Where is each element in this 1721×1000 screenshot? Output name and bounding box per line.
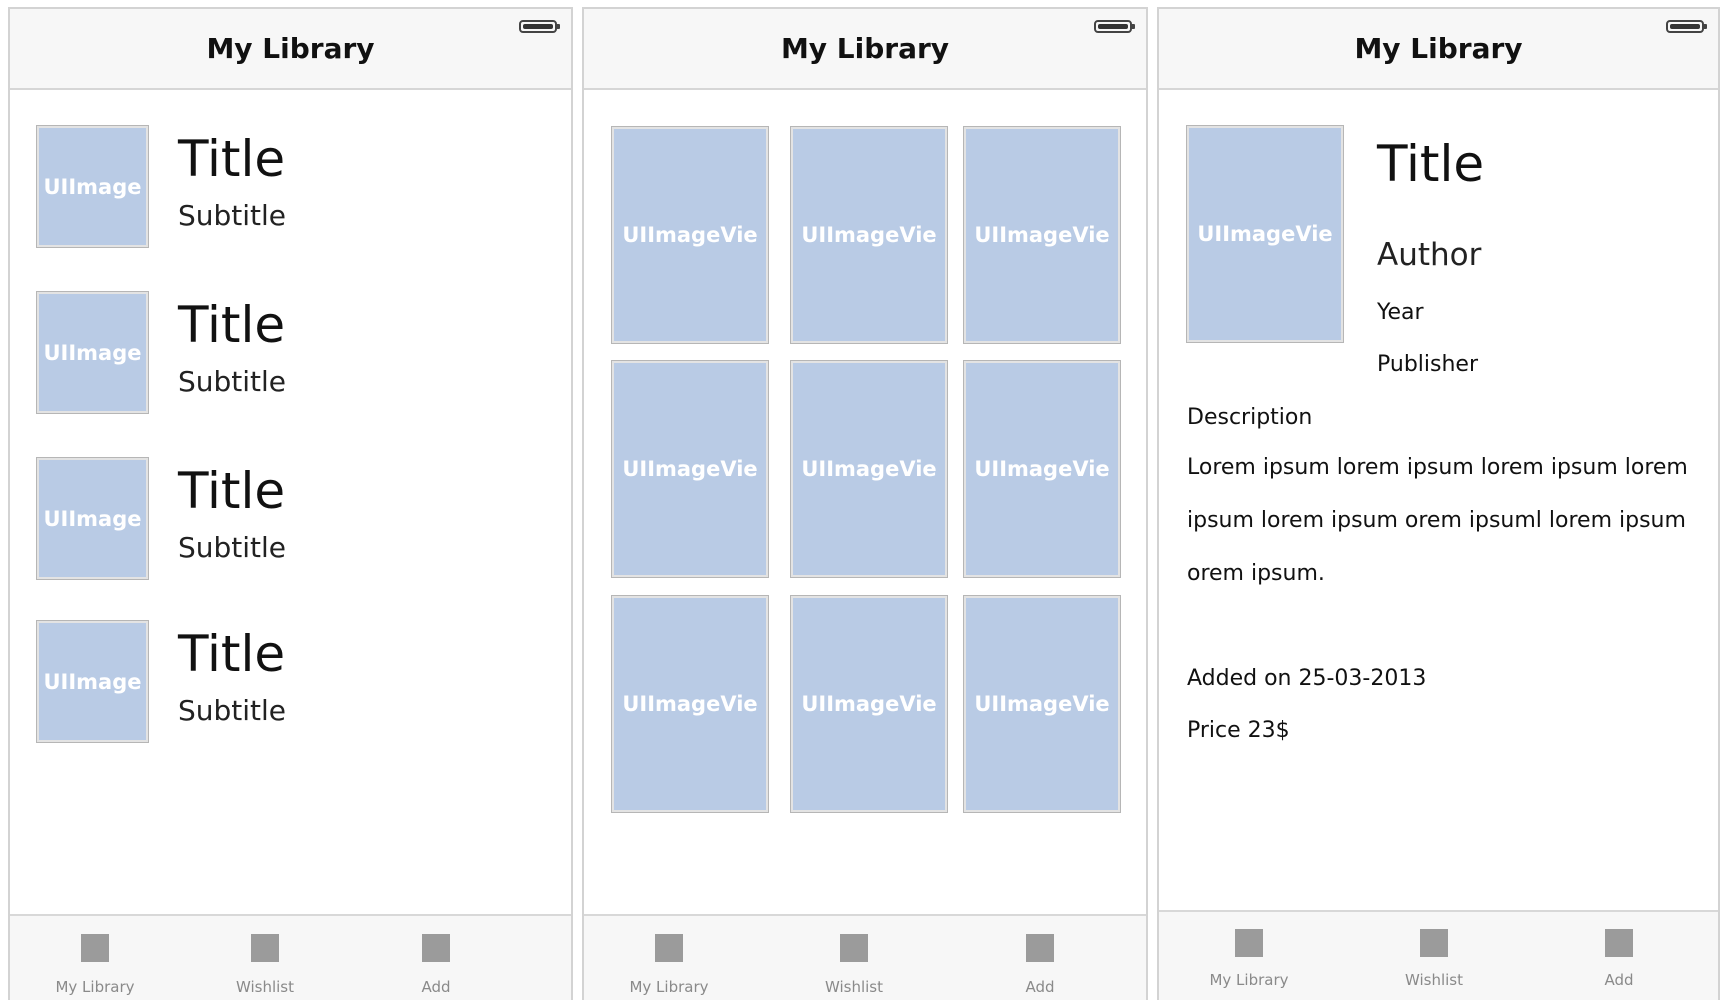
tab-label: My Library (55, 978, 135, 996)
cell-image: UIImage (37, 292, 148, 413)
tab-label: Wishlist (235, 978, 295, 996)
tab-label: Wishlist (824, 978, 884, 996)
tab-label: Add (1025, 978, 1055, 996)
cell-subtitle: Subtitle (178, 365, 287, 398)
grid-item[interactable]: UIImageVie (964, 361, 1120, 577)
book-price: Price 23$ (1187, 718, 1290, 743)
grid-item[interactable]: UIImageVie (791, 596, 947, 812)
placeholder-square-icon (251, 934, 279, 962)
tab-label: My Library (1209, 971, 1289, 989)
tab-label: Add (421, 978, 451, 996)
book-detail-screen: My Library UIImageVie Title Author Year … (1157, 7, 1720, 1000)
tab-wishlist[interactable]: Wishlist (195, 934, 335, 996)
tab-add[interactable]: Add (970, 934, 1110, 996)
navigation-bar: My Library (10, 9, 571, 90)
cell-title: Title (178, 130, 286, 188)
tab-label: Add (1604, 971, 1634, 989)
battery-icon (1666, 20, 1707, 33)
placeholder-square-icon (422, 934, 450, 962)
placeholder-square-icon (81, 934, 109, 962)
tab-bar: My Library Wishlist Add (584, 914, 1146, 1000)
library-grid-screen: My Library UIImageVie UIImageVie UIImage… (582, 7, 1148, 1000)
tab-wishlist[interactable]: Wishlist (1364, 929, 1504, 989)
tab-my-library[interactable]: My Library (599, 934, 739, 996)
placeholder-square-icon (1026, 934, 1054, 962)
grid-item[interactable]: UIImageVie (612, 361, 768, 577)
cell-image: UIImage (37, 458, 148, 579)
navigation-bar: My Library (584, 9, 1146, 90)
navigation-bar: My Library (1159, 9, 1718, 90)
tab-label: My Library (629, 978, 709, 996)
cover-image: UIImageVie (1187, 126, 1343, 342)
cell-subtitle: Subtitle (178, 199, 287, 232)
grid-item[interactable]: UIImageVie (964, 596, 1120, 812)
description-line: orem ipsum. (1187, 561, 1325, 586)
description-heading: Description (1187, 405, 1313, 430)
book-year: Year (1377, 300, 1424, 325)
cell-title: Title (178, 625, 286, 683)
added-on-date: Added on 25-03-2013 (1187, 666, 1427, 691)
cell-subtitle: Subtitle (178, 531, 287, 564)
battery-icon (519, 20, 560, 33)
grid-item[interactable]: UIImageVie (791, 361, 947, 577)
tab-label: Wishlist (1404, 971, 1464, 989)
cell-image: UIImage (37, 126, 148, 247)
tab-add[interactable]: Add (1549, 929, 1689, 989)
placeholder-square-icon (840, 934, 868, 962)
description-line: Lorem ipsum lorem ipsum lorem ipsum lore… (1187, 455, 1688, 480)
placeholder-square-icon (655, 934, 683, 962)
book-publisher: Publisher (1377, 352, 1478, 377)
tab-my-library[interactable]: My Library (1179, 929, 1319, 989)
book-title: Title (1377, 135, 1485, 193)
nav-title: My Library (1354, 32, 1523, 65)
tab-add[interactable]: Add (366, 934, 506, 996)
description-text: Lorem ipsum lorem ipsum lorem ipsum lore… (1187, 441, 1697, 600)
cell-image: UIImage (37, 621, 148, 742)
placeholder-square-icon (1420, 929, 1448, 957)
placeholder-square-icon (1605, 929, 1633, 957)
cell-subtitle: Subtitle (178, 694, 287, 727)
description-line: ipsum lorem ipsum orem ipsuml lorem ipsu… (1187, 508, 1686, 533)
nav-title: My Library (206, 32, 375, 65)
grid-item[interactable]: UIImageVie (964, 127, 1120, 343)
book-author: Author (1377, 237, 1482, 273)
placeholder-square-icon (1235, 929, 1263, 957)
tab-wishlist[interactable]: Wishlist (784, 934, 924, 996)
tab-my-library[interactable]: My Library (25, 934, 165, 996)
tab-bar: My Library Wishlist Add (10, 914, 571, 1000)
tab-bar: My Library Wishlist Add (1159, 910, 1718, 1000)
battery-icon (1094, 20, 1135, 33)
nav-title: My Library (780, 32, 950, 65)
grid-item[interactable]: UIImageVie (791, 127, 947, 343)
grid-item[interactable]: UIImageVie (612, 596, 768, 812)
grid-item[interactable]: UIImageVie (612, 127, 768, 343)
cell-title: Title (178, 462, 286, 520)
cell-title: Title (178, 296, 286, 354)
library-list-screen: My Library UIImage Title Subtitle UIImag… (8, 7, 573, 1000)
